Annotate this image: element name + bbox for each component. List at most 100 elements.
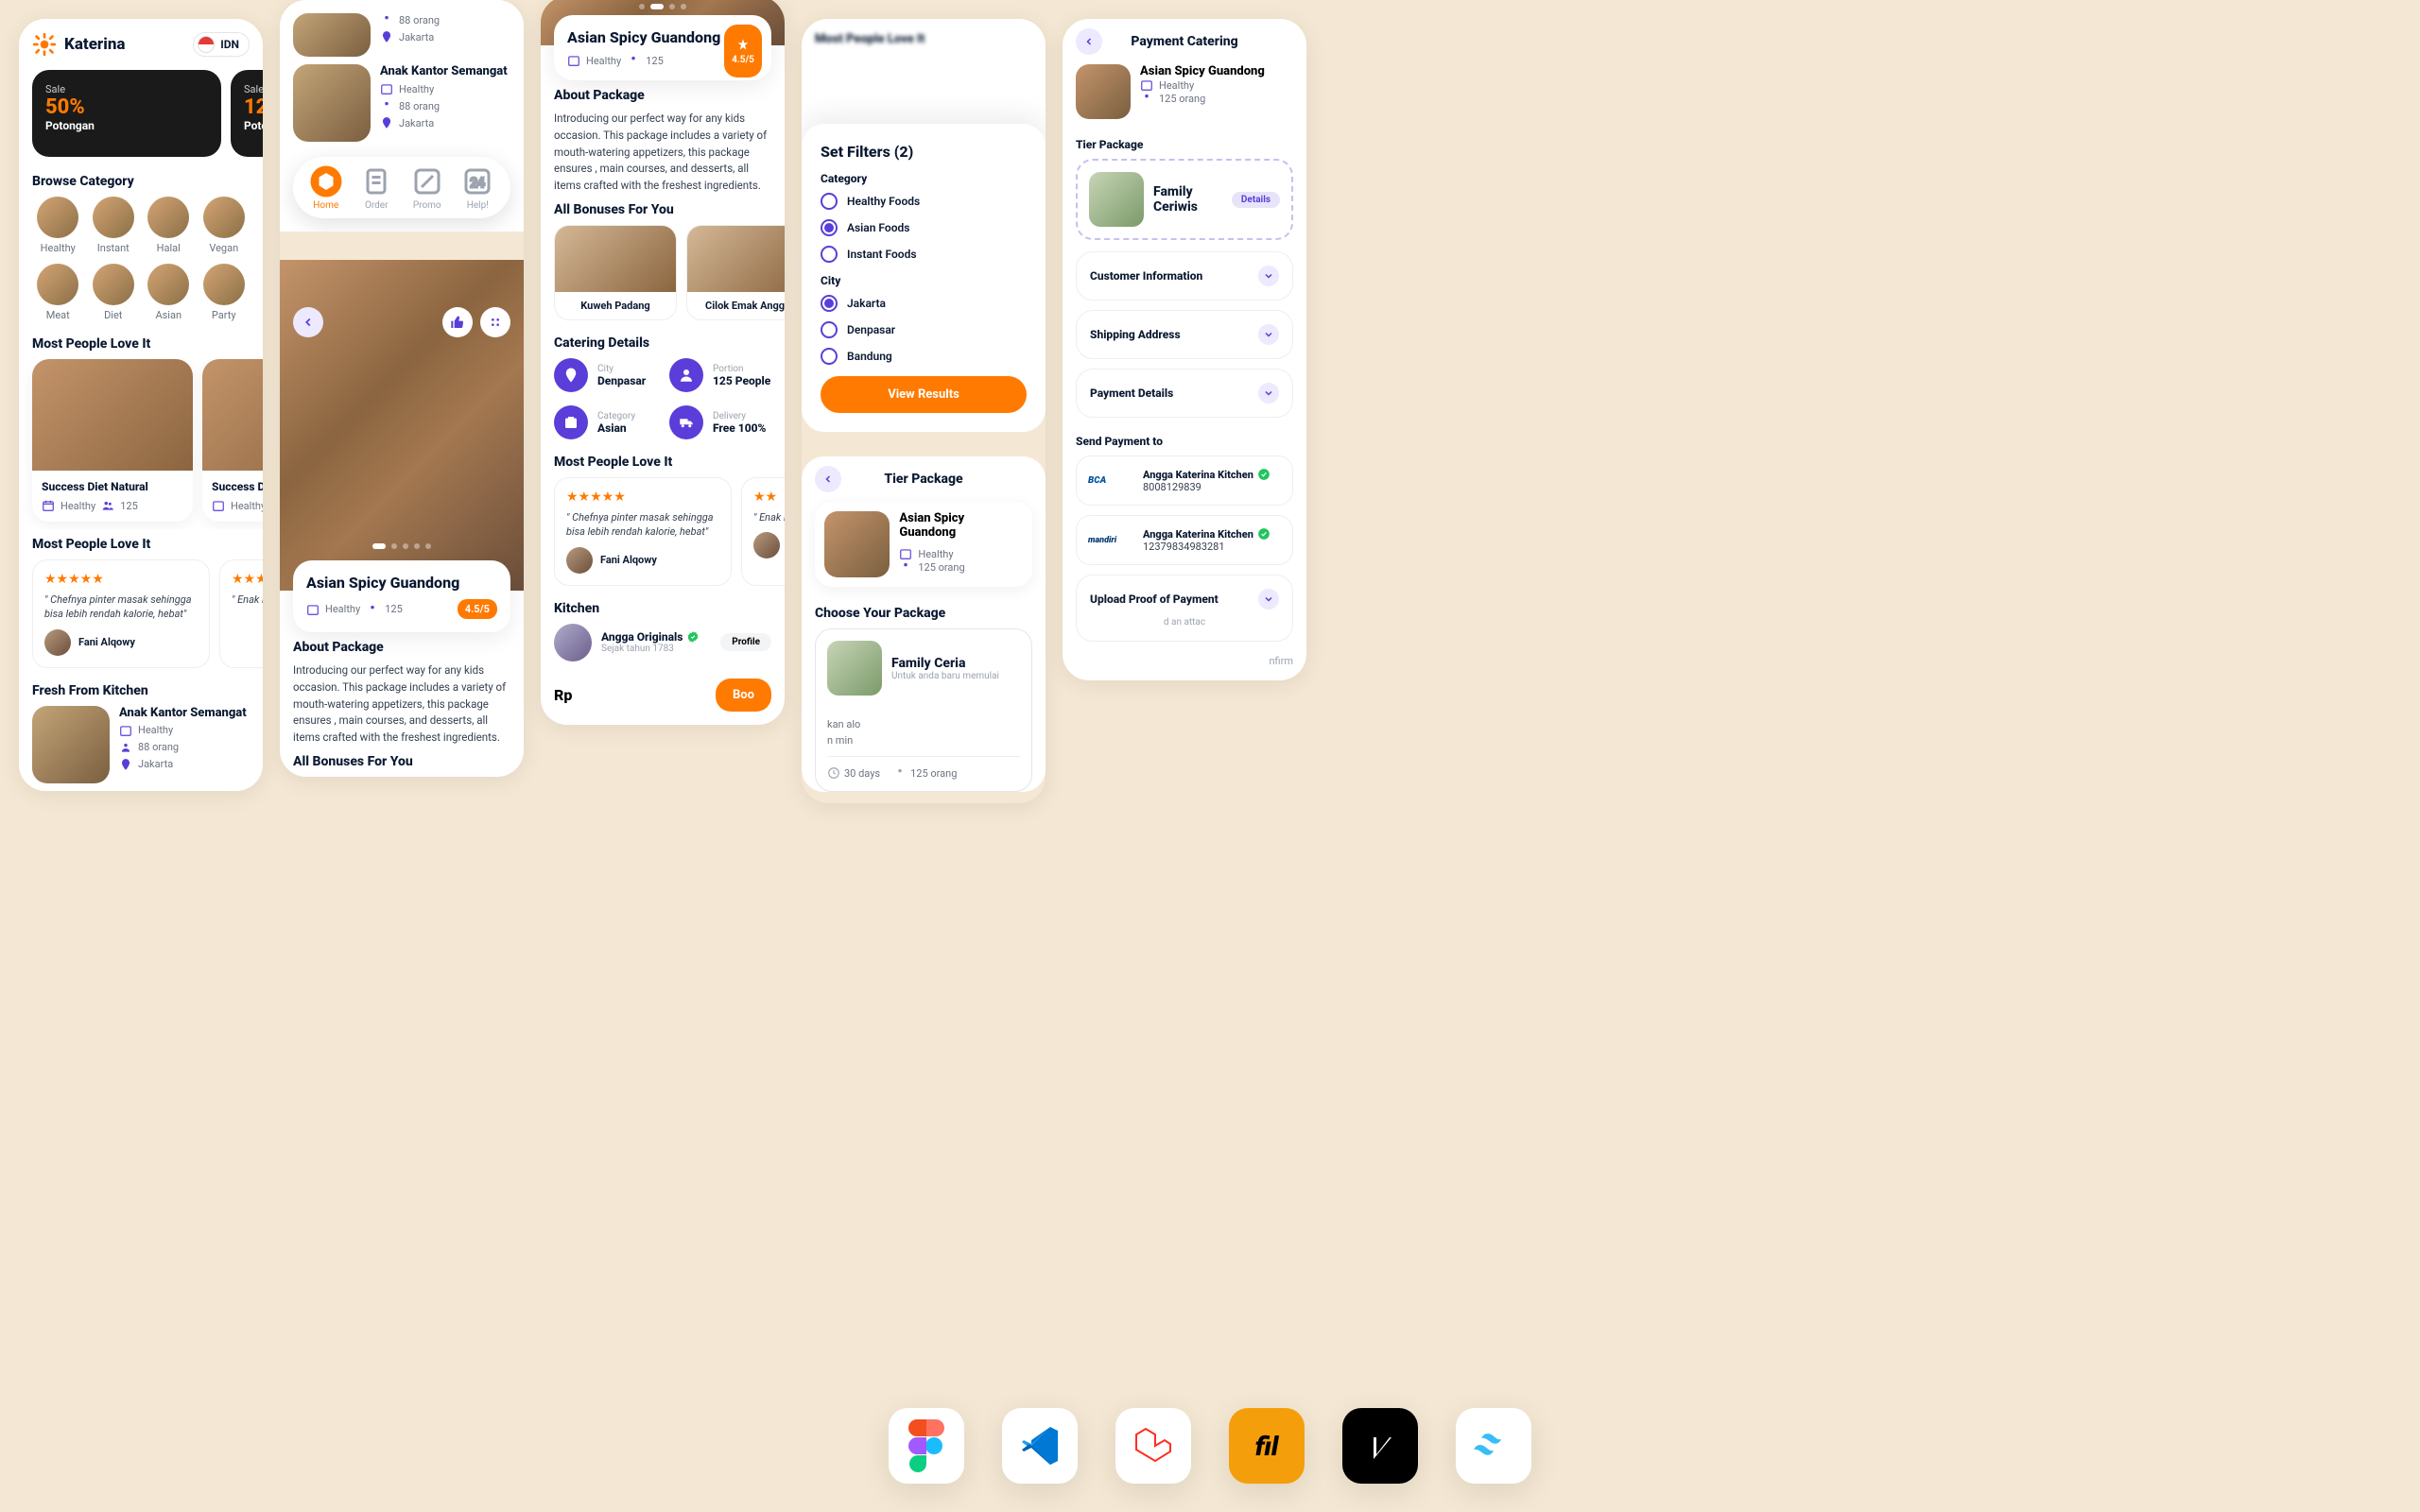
thumbs-up-icon: [450, 315, 465, 330]
calendar-icon: [212, 499, 225, 512]
back-button[interactable]: [1076, 28, 1102, 55]
bonus-card[interactable]: Kuweh Padang: [554, 225, 677, 320]
hero-image: [280, 260, 524, 591]
phone-detail-more: 4.5/5 Asian Spicy Guandong Healthy 125 A…: [541, 0, 785, 725]
avatar: [566, 547, 593, 574]
promo-value: 12: [244, 95, 263, 119]
calendar-icon: [119, 724, 132, 737]
people-icon: [627, 54, 640, 67]
people-icon: [380, 99, 393, 112]
review-text: " Chefnya pinter masak sehingga bisa leb…: [566, 510, 719, 540]
tier-header: Tier Package: [802, 456, 1046, 502]
product-title: Asian Spicy Guandong: [306, 574, 497, 592]
rating-badge: 4.5/5: [458, 599, 497, 619]
view-results-button[interactable]: View Results: [821, 376, 1027, 413]
promo-carousel[interactable]: Sale 50% Potongan Sale 12 Poto: [19, 70, 263, 166]
book-button[interactable]: Boo: [716, 679, 771, 712]
category-item[interactable]: Vegan: [199, 197, 251, 254]
tier-label: Tier Package: [1063, 130, 1306, 159]
product-card[interactable]: Success Diet Natural Healthy 125: [32, 359, 193, 522]
about-description: Introducing our perfect way for any kids…: [280, 662, 524, 747]
people-icon: [366, 603, 379, 616]
list-item[interactable]: 88 orang Jakarta: [280, 13, 524, 64]
bonus-scroll[interactable]: Kuweh Padang Cilok Emak Angga: [541, 225, 785, 328]
people-icon: [1140, 92, 1153, 105]
promo-card[interactable]: Sale 50% Potongan: [32, 70, 221, 157]
list-item[interactable]: Anak Kantor Semangat Healthy 88 orang Ja…: [280, 64, 524, 149]
pin-icon: [380, 116, 393, 129]
filter-label-city: City: [821, 274, 1027, 287]
pin-icon: [735, 38, 751, 53]
nav-order[interactable]: Order: [359, 164, 393, 211]
calendar-icon: [380, 82, 393, 95]
radio-option[interactable]: Instant Foods: [821, 246, 1027, 263]
accordion-customer[interactable]: Customer Information: [1076, 251, 1293, 301]
people-icon: [101, 499, 114, 512]
upload-hint: d an attac: [1090, 610, 1279, 627]
tier-product-title: Asian Spicy Guandong: [899, 511, 1023, 540]
product-card[interactable]: Success D Healthy: [202, 359, 263, 522]
star-rating: ★★★★★: [566, 490, 719, 505]
figma-icon: [889, 1408, 964, 1484]
page-title: Tier Package: [884, 472, 962, 487]
back-button[interactable]: [293, 307, 323, 337]
list-image: [32, 706, 110, 783]
category-item[interactable]: Instant: [88, 197, 140, 254]
chevron-down-icon: [1258, 266, 1279, 286]
radio-option[interactable]: Asian Foods: [821, 219, 1027, 236]
pkg-image: [1089, 172, 1144, 227]
selected-package[interactable]: Family Ceriwis Details: [1076, 159, 1293, 240]
more-button[interactable]: [480, 307, 510, 337]
bank-card[interactable]: mandiri Angga Katerina Kitchen 123798349…: [1076, 515, 1293, 565]
vscode-icon: [1002, 1408, 1078, 1484]
radio-option[interactable]: Denpasar: [821, 321, 1027, 338]
review-scroll[interactable]: ★★★★★ " Chefnya pinter masak sehingga bi…: [541, 477, 785, 593]
review-scroll[interactable]: ★★★★★ " Chefnya pinter masak sehingga bi…: [19, 559, 263, 676]
category-item[interactable]: Party: [199, 264, 251, 321]
details-button[interactable]: Details: [1232, 192, 1280, 208]
category-item[interactable]: Asian: [143, 264, 195, 321]
nav-home[interactable]: Home: [309, 164, 343, 211]
calendar-icon: [42, 499, 55, 512]
box-icon: [309, 164, 343, 198]
like-button[interactable]: [442, 307, 473, 337]
language-selector[interactable]: IDN: [193, 32, 250, 57]
accordion-payment[interactable]: Payment Details: [1076, 369, 1293, 418]
carousel-dots[interactable]: [639, 4, 686, 9]
radio-option[interactable]: Healthy Foods: [821, 193, 1027, 210]
send-to-title: Send Payment to: [1063, 427, 1306, 455]
category-item[interactable]: Diet: [88, 264, 140, 321]
radio-option[interactable]: Jakarta: [821, 295, 1027, 312]
category-item[interactable]: Halal: [143, 197, 195, 254]
back-button[interactable]: [815, 466, 841, 492]
popular-scroll[interactable]: Success Diet Natural Healthy 125 Success…: [19, 359, 263, 529]
chevron-down-icon: [1258, 324, 1279, 345]
carousel-dots[interactable]: [372, 543, 431, 549]
phone-filters-tier: Most People Love It Set Filters (2) Cate…: [802, 19, 1046, 803]
pin-icon: [380, 30, 393, 43]
promo-card[interactable]: Sale 12 Poto: [231, 70, 263, 157]
category-item[interactable]: Meat: [32, 264, 84, 321]
bank-logo-mandiri: mandiri: [1088, 536, 1133, 545]
promo-label: Sale: [45, 83, 208, 95]
nav-help[interactable]: 24Help!: [460, 164, 494, 211]
profile-button[interactable]: Profile: [720, 633, 771, 651]
nav-promo[interactable]: Promo: [410, 164, 444, 211]
star-rating: ★★: [753, 490, 785, 505]
list-item[interactable]: Anak Kantor Semangat Healthy 88 orang Ja…: [19, 706, 263, 791]
review-text: " Enak l: [232, 593, 263, 607]
home-header: Katerina IDN: [19, 19, 263, 70]
package-card[interactable]: Family Ceria Untuk anda baru memulai kan…: [815, 628, 1032, 792]
star-rating: ★★★: [232, 572, 263, 587]
bank-card[interactable]: BCA Angga Katerina Kitchen 8008129839: [1076, 455, 1293, 506]
radio-option[interactable]: Bandung: [821, 348, 1027, 365]
bonus-card[interactable]: Cilok Emak Angga: [686, 225, 785, 320]
pin-icon: [119, 758, 132, 771]
product-summary: Asian Spicy Guandong Healthy 125 4.5/5: [293, 560, 510, 632]
kitchen-row[interactable]: Angga Originals Sejak tahun 1783 Profile: [541, 624, 785, 662]
accordion-shipping[interactable]: Shipping Address: [1076, 310, 1293, 359]
upload-proof[interactable]: Upload Proof of Payment d an attac: [1076, 575, 1293, 642]
promo-sub: Poto: [244, 119, 263, 132]
category-item[interactable]: Healthy: [32, 197, 84, 254]
pkg-image: [827, 641, 882, 696]
